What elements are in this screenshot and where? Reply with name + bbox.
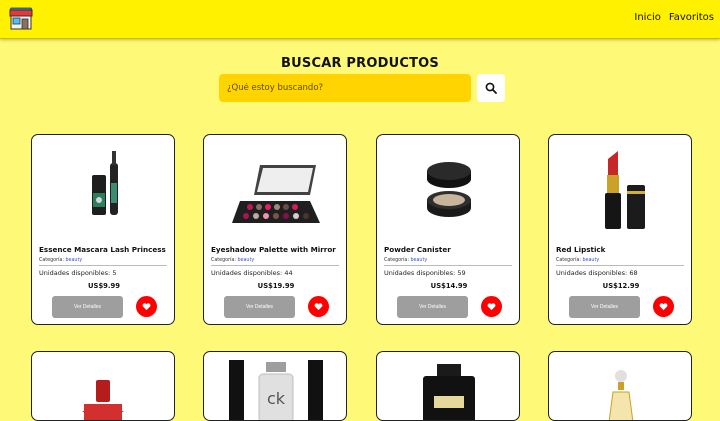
- category-label: Categoría:: [211, 258, 236, 263]
- nav-link-favoritos[interactable]: Favoritos: [669, 12, 714, 23]
- store-logo-icon[interactable]: [9, 7, 33, 31]
- product-name: Red Lipstick: [556, 245, 606, 254]
- view-details-button[interactable]: Ver Detalles: [397, 296, 468, 318]
- product-price: US$19.99: [257, 282, 295, 290]
- product-card: Powder Canister Categoría: beauty Unidad…: [376, 134, 520, 325]
- units-value: 5: [112, 269, 117, 277]
- search-input[interactable]: [219, 74, 471, 102]
- perfume-bottle-icon: ck: [229, 360, 323, 420]
- perfume-bottle-icon: [608, 370, 634, 420]
- divider: [384, 265, 512, 266]
- perfume-bottle-icon: [423, 364, 475, 420]
- product-category: Categoría: beauty: [39, 258, 82, 263]
- search-icon: [485, 82, 497, 94]
- divider: [211, 265, 339, 266]
- product-category: Categoría: beauty: [211, 258, 254, 263]
- svg-text:ck: ck: [267, 389, 286, 408]
- divider: [39, 265, 167, 266]
- favorite-button[interactable]: [481, 296, 502, 317]
- product-price: US$12.99: [602, 282, 640, 290]
- heart-icon: [487, 303, 496, 311]
- category-value: beauty: [582, 258, 600, 263]
- category-value: beauty: [410, 258, 428, 263]
- product-name: Essence Mascara Lash Princess: [39, 245, 166, 254]
- mascara-icon: [92, 151, 118, 215]
- product-card: ck: [203, 351, 347, 421]
- search-button[interactable]: [477, 74, 505, 102]
- view-details-button[interactable]: Ver Detalles: [569, 296, 640, 318]
- product-card: Eyeshadow Palette with Mirror Categoría:…: [203, 134, 347, 325]
- product-card: [31, 351, 175, 421]
- units-label: Unidades disponibles:: [384, 269, 456, 277]
- product-name: Eyeshadow Palette with Mirror: [211, 245, 336, 254]
- product-units: Unidades disponibles: 59: [384, 269, 466, 277]
- lipstick-icon: [605, 151, 645, 229]
- product-price: US$14.99: [430, 282, 468, 290]
- favorite-button[interactable]: [136, 296, 157, 317]
- product-name: Powder Canister: [384, 245, 451, 254]
- heart-icon: [142, 303, 151, 311]
- product-category: Categoría: beauty: [556, 258, 599, 263]
- category-label: Categoría:: [384, 258, 409, 263]
- product-category: Categoría: beauty: [384, 258, 427, 263]
- favorite-button[interactable]: [653, 296, 674, 317]
- product-card: Red Lipstick Categoría: beauty Unidades …: [548, 134, 692, 325]
- product-price: US$9.99: [88, 282, 120, 290]
- product-card: [548, 351, 692, 421]
- product-units: Unidades disponibles: 5: [39, 269, 116, 277]
- nav-links: Inicio Favoritos: [634, 12, 714, 23]
- view-details-button[interactable]: Ver Detalles: [52, 296, 123, 318]
- category-value: beauty: [65, 258, 83, 263]
- units-label: Unidades disponibles:: [39, 269, 111, 277]
- powder-canister-icon: [427, 162, 471, 217]
- nail-polish-icon: [82, 380, 124, 420]
- view-details-button[interactable]: Ver Detalles: [224, 296, 295, 318]
- units-value: 44: [284, 269, 293, 277]
- category-label: Categoría:: [39, 258, 64, 263]
- navbar: Inicio Favoritos: [0, 0, 720, 39]
- product-card: [376, 351, 520, 421]
- units-label: Unidades disponibles:: [556, 269, 628, 277]
- eyeshadow-palette-icon: [232, 165, 320, 223]
- category-value: beauty: [237, 258, 255, 263]
- units-label: Unidades disponibles:: [211, 269, 283, 277]
- favorite-button[interactable]: [308, 296, 329, 317]
- heart-icon: [314, 303, 323, 311]
- units-value: 68: [629, 269, 638, 277]
- units-value: 59: [457, 269, 466, 277]
- nav-link-inicio[interactable]: Inicio: [634, 12, 660, 23]
- category-label: Categoría:: [556, 258, 581, 263]
- page-title: BUSCAR PRODUCTOS: [281, 56, 439, 71]
- divider: [556, 265, 684, 266]
- product-card: Essence Mascara Lash Princess Categoría:…: [31, 134, 175, 325]
- heart-icon: [659, 303, 668, 311]
- product-units: Unidades disponibles: 44: [211, 269, 293, 277]
- product-units: Unidades disponibles: 68: [556, 269, 638, 277]
